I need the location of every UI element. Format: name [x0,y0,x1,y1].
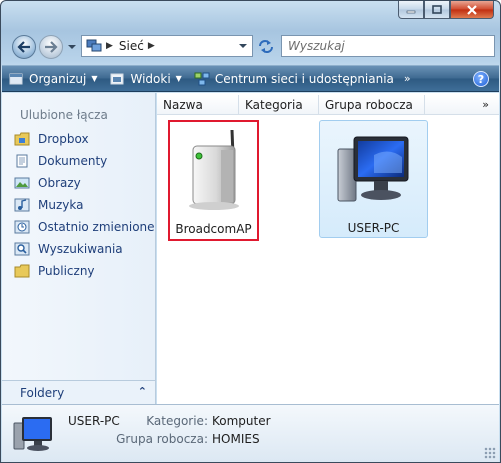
views-icon [110,73,124,84]
nav-item-label: Muzyka [38,198,84,212]
column-header-category[interactable]: Kategoria [239,95,319,115]
category-value: Komputer [212,414,271,428]
computer-icon [337,136,409,202]
folders-label: Foldery [20,386,65,400]
nav-item-searches[interactable]: Wyszukiwania [14,238,155,260]
device-name: BroadcomAP [175,222,252,236]
nav-item-recent[interactable]: Ostatnio zmienione [14,216,155,238]
close-icon [467,4,477,15]
address-bar[interactable]: ▶ Sieć ▶ [81,35,253,57]
organize-button[interactable]: Organizuj ▼ [2,66,103,91]
chevron-down-icon: ▼ [91,74,98,83]
chevron-down-icon: ▼ [175,74,182,83]
documents-icon [14,154,30,168]
minimize-button[interactable] [398,1,424,19]
breadcrumb-separator[interactable]: ▶ [106,41,113,51]
file-list-pane: Nazwa Kategoria Grupa robocza » Broadcom… [157,93,499,404]
views-button[interactable]: Widoki ▼ [103,66,187,91]
maximize-icon [432,5,442,14]
caption-buttons [398,1,494,19]
chevron-up-icon: ⌃ [137,385,147,398]
organize-label: Organizuj [29,71,87,86]
public-folder-icon [14,264,30,278]
network-computer-tile[interactable]: USER-PC [319,120,428,238]
nav-item-pictures[interactable]: Obrazy [14,172,155,194]
help-button[interactable]: ? [473,71,489,87]
network-center-icon [194,72,210,85]
close-button[interactable] [450,1,494,19]
nav-item-label: Obrazy [38,176,81,190]
navigation-pane: Ulubione łącza Dropbox Dokumenty Obrazy … [2,93,156,404]
nav-item-documents[interactable]: Dokumenty [14,150,155,172]
command-bar: Organizuj ▼ Widoki ▼ Centrum sieci i udo… [2,65,499,92]
nav-item-label: Publiczny [38,264,95,278]
search-input[interactable]: Wyszukaj [281,35,495,57]
address-dropdown-icon[interactable] [238,42,248,50]
explorer-window: ▶ Sieć ▶ Wyszukaj Organizuj ▼ Widoki ▼ C… [0,0,501,463]
nav-item-label: Dropbox [38,132,89,146]
arrow-left-icon [17,41,30,53]
views-label: Widoki [130,71,171,86]
network-center-label: Centrum sieci i udostępniania [214,71,394,86]
recent-icon [14,220,30,234]
category-label: Kategorie: [146,414,208,428]
column-header-name[interactable]: Nazwa [157,95,239,115]
searches-icon [14,242,30,256]
maximize-button[interactable] [424,1,450,19]
column-header-workgroup[interactable]: Grupa robocza [319,95,425,115]
nav-item-public[interactable]: Publiczny [14,260,155,282]
workgroup-label: Grupa robocza: [116,432,208,446]
more-columns-button[interactable]: » [482,98,489,111]
folders-toggle[interactable]: Foldery ⌃ [2,380,155,404]
favorite-links-heading: Ulubione łącza [20,108,108,122]
workgroup-value: HOMIES [212,432,260,446]
details-pane: USER-PC Kategorie: Komputer Grupa robocz… [2,404,499,462]
dropbox-folder-icon [14,132,30,146]
column-headers: Nazwa Kategoria Grupa robocza » [157,95,499,115]
refresh-button[interactable] [255,35,277,57]
resize-grip[interactable] [484,447,496,459]
nav-item-music[interactable]: Muzyka [14,194,155,216]
nav-item-label: Ostatnio zmienione [38,220,155,234]
nav-item-dropbox[interactable]: Dropbox [14,128,155,150]
network-icon [86,39,102,52]
router-icon [189,129,239,210]
minimize-icon [406,10,416,13]
computer-icon [13,417,52,451]
arrow-right-icon [45,41,58,53]
favorite-links-list: Dropbox Dokumenty Obrazy Muzyka Ostatnio… [14,128,155,282]
history-dropdown-icon[interactable] [67,42,77,52]
nav-item-label: Dokumenty [38,154,108,168]
breadcrumb-network[interactable]: Sieć [119,39,144,53]
breadcrumb-separator[interactable]: ▶ [148,41,155,51]
network-center-button[interactable]: Centrum sieci i udostępniania [188,66,400,91]
forward-button[interactable] [39,35,63,59]
nav-item-label: Wyszukiwania [38,242,123,256]
more-commands-button[interactable]: » [404,72,411,85]
organize-icon [9,73,23,84]
computer-name: USER-PC [347,221,400,235]
back-button[interactable] [12,35,36,59]
pictures-icon [14,176,30,190]
network-device-tile[interactable]: BroadcomAP [168,120,259,241]
refresh-icon [259,40,273,53]
music-icon [14,198,30,212]
